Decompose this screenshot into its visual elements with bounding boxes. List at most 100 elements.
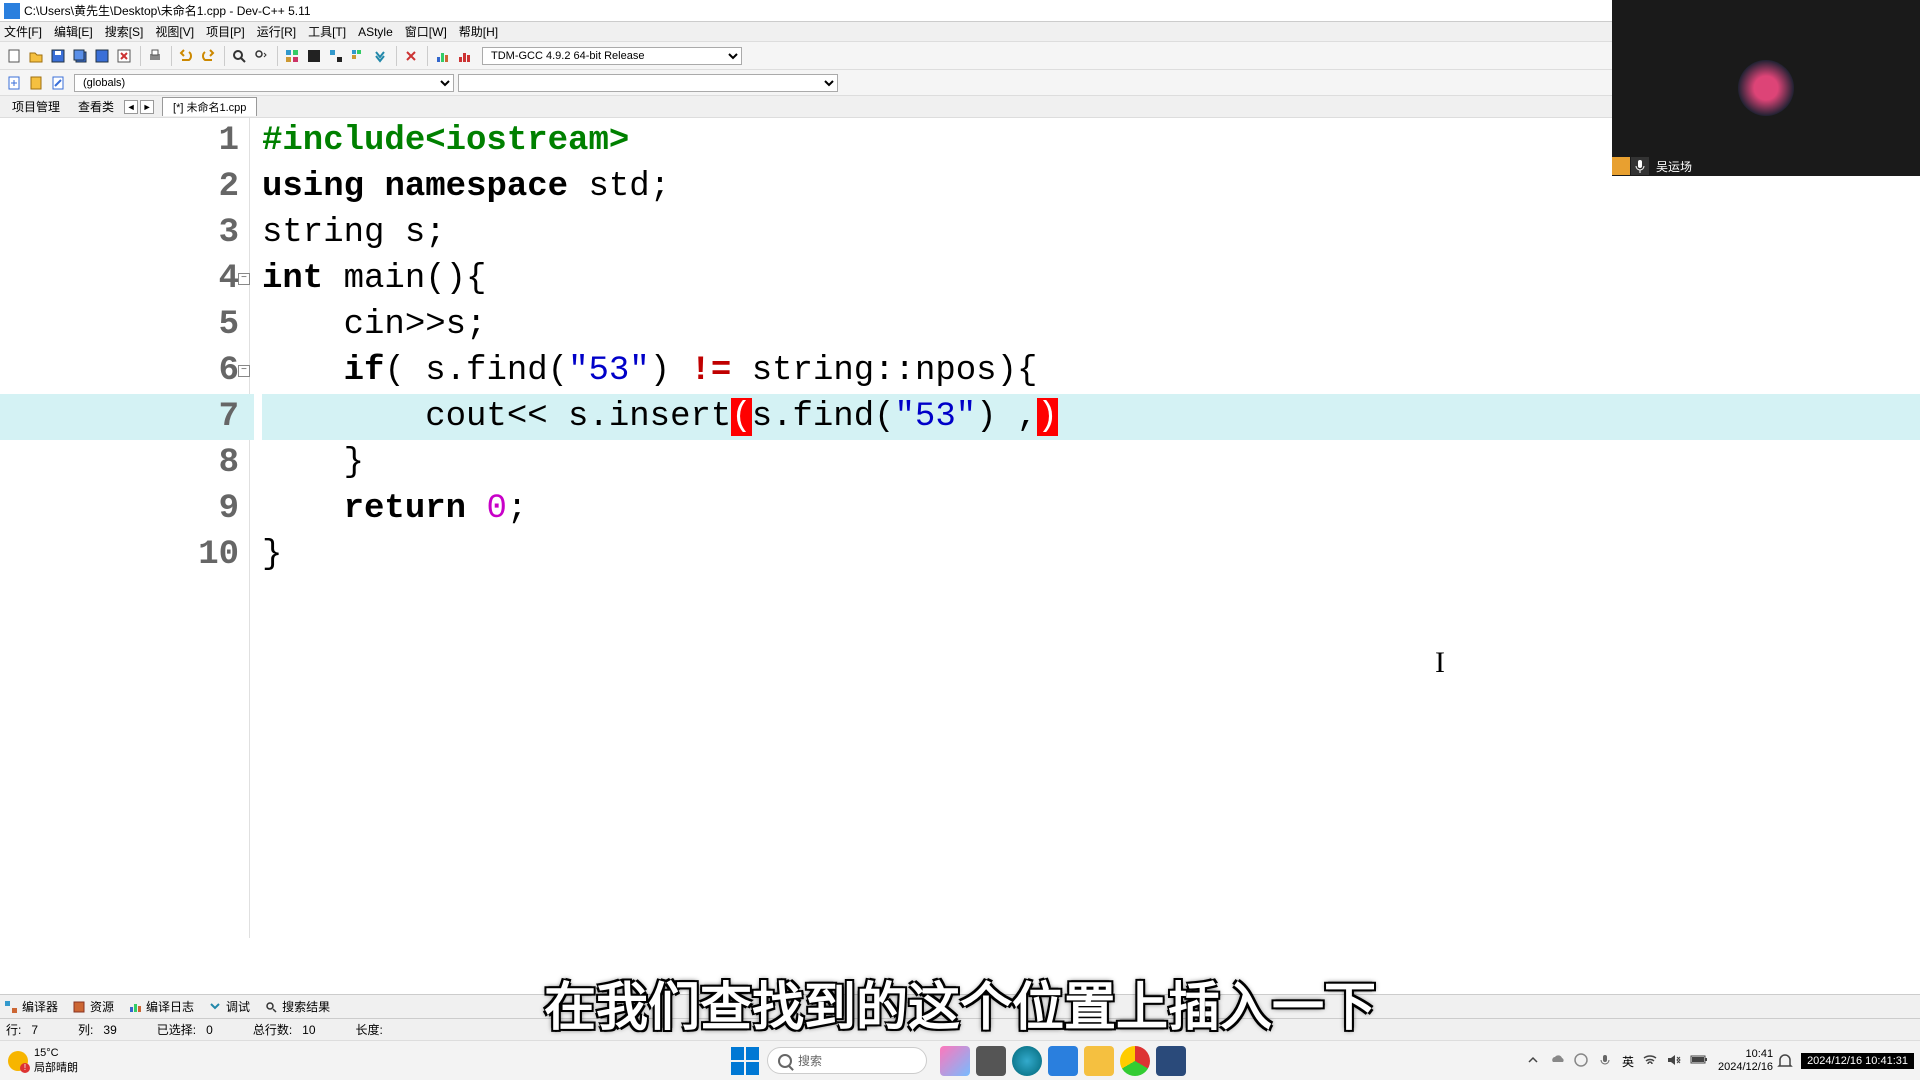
sidebar-tab-project[interactable]: 项目管理	[4, 96, 68, 117]
find-icon[interactable]	[229, 46, 249, 66]
taskbar-app-copilot[interactable]	[940, 1046, 970, 1076]
bottom-tab-resources[interactable]: 资源	[72, 998, 114, 1015]
video-call-overlay[interactable]: 吴运场	[1612, 0, 1920, 176]
code-line: if( s.find("53") != string::npos){	[262, 348, 1920, 394]
weather-icon	[8, 1051, 28, 1071]
compile-log-tab-icon	[128, 1000, 142, 1014]
globals-select[interactable]: (globals)	[74, 74, 454, 92]
menu-search[interactable]: 搜索[S]	[105, 23, 144, 40]
menu-project[interactable]: 项目[P]	[206, 23, 245, 40]
toolbar-separator	[224, 46, 225, 66]
tray-volume-icon[interactable]	[1666, 1053, 1682, 1069]
run-icon[interactable]	[304, 46, 324, 66]
status-selected: 已选择: 0	[157, 1021, 213, 1038]
new-file-icon[interactable]	[4, 46, 24, 66]
save-all-icon[interactable]	[70, 46, 90, 66]
compile-run-icon[interactable]	[326, 46, 346, 66]
taskbar-center: 搜索	[731, 1046, 1189, 1076]
toolbar-separator	[427, 46, 428, 66]
file-tab[interactable]: [*] 未命名1.cpp	[162, 97, 257, 116]
status-line: 行: 7	[6, 1021, 38, 1038]
menu-file[interactable]: 文件[F]	[4, 23, 42, 40]
menu-astyle[interactable]: AStyle	[358, 25, 393, 39]
tray-clock[interactable]: 10:41 2024/12/16	[1718, 1048, 1773, 1072]
code-editor[interactable]: 1 2 3 4 5 6 7 8 9 10 − − #include<iostre…	[0, 118, 1920, 938]
tray-wifi-icon[interactable]	[1642, 1053, 1658, 1069]
redo-icon[interactable]	[198, 46, 218, 66]
code-line: int main(){	[262, 256, 1920, 302]
line-number: 1	[0, 118, 239, 164]
windows-taskbar: 15°C 局部晴朗 搜索 英 10:41 2024/12/16 2024/12/…	[0, 1040, 1920, 1080]
close-file-icon[interactable]	[114, 46, 134, 66]
microphone-icon	[1631, 157, 1649, 175]
stop-icon[interactable]	[401, 46, 421, 66]
line-number: 9	[0, 486, 239, 532]
undo-icon[interactable]	[176, 46, 196, 66]
tray-ime[interactable]: 英	[1622, 1053, 1634, 1069]
tab-nav-prev[interactable]: ◄	[124, 100, 138, 114]
goto-icon[interactable]	[48, 73, 68, 93]
save-as-icon[interactable]	[92, 46, 112, 66]
speaker-name: 吴运场	[1650, 158, 1698, 175]
sidebar-tab-classes[interactable]: 查看类	[70, 96, 122, 117]
fold-column: − −	[238, 118, 254, 938]
bottom-tab-compiler[interactable]: 编译器	[4, 998, 58, 1015]
menu-run[interactable]: 运行[R]	[257, 23, 296, 40]
speaker-avatar	[1738, 60, 1794, 116]
line-number: 4	[0, 256, 239, 302]
line-number: 10	[0, 532, 239, 578]
profile-icon[interactable]	[432, 46, 452, 66]
menu-help[interactable]: 帮助[H]	[459, 23, 498, 40]
fold-toggle-icon[interactable]: −	[238, 273, 250, 285]
function-select[interactable]	[458, 74, 838, 92]
line-number: 7	[0, 394, 239, 440]
rebuild-icon[interactable]	[348, 46, 368, 66]
start-button[interactable]	[731, 1047, 759, 1075]
taskbar-app-files[interactable]	[1084, 1046, 1114, 1076]
video-subtitle: 在我们查找到的这个位置上插入一下	[544, 965, 1376, 1040]
tray-battery-icon[interactable]	[1690, 1053, 1706, 1069]
replace-icon[interactable]	[251, 46, 271, 66]
menu-edit[interactable]: 编辑[E]	[54, 23, 93, 40]
save-icon[interactable]	[48, 46, 68, 66]
delete-profile-icon[interactable]	[454, 46, 474, 66]
tray-notifications-icon[interactable]	[1777, 1053, 1793, 1069]
new-source-icon[interactable]	[4, 73, 24, 93]
fold-toggle-icon[interactable]: −	[238, 365, 250, 377]
tab-nav-next[interactable]: ►	[140, 100, 154, 114]
code-line: }	[262, 532, 1920, 578]
tray-microphone-icon[interactable]	[1598, 1053, 1614, 1069]
taskbar-app-explorer[interactable]	[976, 1046, 1006, 1076]
line-number: 6	[0, 348, 239, 394]
bottom-tab-compile-log[interactable]: 编译日志	[128, 998, 194, 1015]
print-icon[interactable]	[145, 46, 165, 66]
speaker-status-icon	[1612, 157, 1630, 175]
compile-icon[interactable]	[282, 46, 302, 66]
text-cursor-icon	[1435, 646, 1437, 676]
bottom-tab-debug[interactable]: 调试	[208, 998, 250, 1015]
weather-temp: 15°C	[34, 1047, 78, 1059]
menu-view[interactable]: 视图[V]	[155, 23, 194, 40]
taskbar-app-chrome[interactable]	[1120, 1046, 1150, 1076]
menu-tools[interactable]: 工具[T]	[308, 23, 346, 40]
search-results-tab-icon	[264, 1000, 278, 1014]
code-line-current: cout<< s.insert(s.find("53") ,)	[262, 394, 1920, 440]
taskbar-search[interactable]: 搜索	[767, 1047, 927, 1074]
toolbar-separator	[396, 46, 397, 66]
taskbar-app-meeting[interactable]	[1048, 1046, 1078, 1076]
line-number: 3	[0, 210, 239, 256]
bookmark-icon[interactable]	[26, 73, 46, 93]
tray-app-icon[interactable]	[1574, 1053, 1590, 1069]
taskbar-weather[interactable]: 15°C 局部晴朗	[0, 1047, 86, 1075]
code-text-area[interactable]: #include<iostream> using namespace std; …	[262, 118, 1920, 938]
taskbar-app-devcpp[interactable]	[1156, 1046, 1186, 1076]
compiler-select[interactable]: TDM-GCC 4.9.2 64-bit Release	[482, 47, 742, 65]
line-number: 5	[0, 302, 239, 348]
taskbar-app-edge[interactable]	[1012, 1046, 1042, 1076]
bottom-tab-search-results[interactable]: 搜索结果	[264, 998, 330, 1015]
open-file-icon[interactable]	[26, 46, 46, 66]
menu-window[interactable]: 窗口[W]	[405, 23, 447, 40]
tray-onedrive-icon[interactable]	[1550, 1053, 1566, 1069]
debug-icon[interactable]	[370, 46, 390, 66]
tray-chevron-icon[interactable]	[1526, 1053, 1542, 1069]
